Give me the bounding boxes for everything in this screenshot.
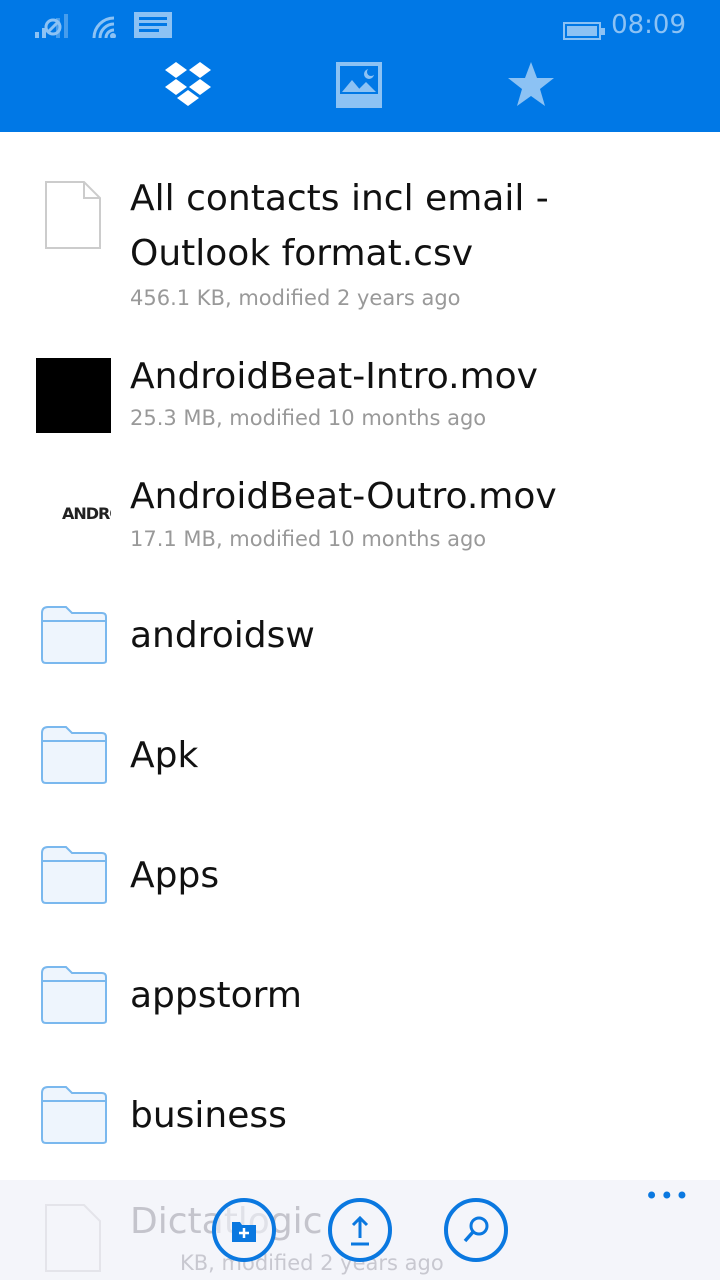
folder-name: Apk — [130, 735, 199, 776]
tab-photos[interactable] — [336, 62, 382, 108]
folder-name: appstorm — [130, 975, 302, 1016]
status-bar: 08:09 — [0, 8, 720, 42]
document-icon — [45, 181, 101, 249]
folder-icon — [41, 846, 107, 904]
file-name: AndroidBeat-Outro.mov — [130, 476, 557, 517]
folder-item[interactable]: appstorm — [0, 965, 720, 1045]
tab-favorites[interactable] — [506, 60, 556, 110]
folder-item[interactable]: Apps — [0, 845, 720, 925]
folder-item[interactable]: Apk — [0, 725, 720, 805]
upload-button[interactable] — [328, 1198, 392, 1262]
new-folder-button[interactable] — [212, 1198, 276, 1262]
new-folder-icon — [232, 1222, 256, 1242]
header: 08:09 — [0, 0, 720, 132]
folder-name: business — [130, 1095, 287, 1136]
upload-icon — [351, 1215, 369, 1246]
more-button[interactable]: ••• — [645, 1182, 690, 1210]
file-meta: 17.1 MB, modified 10 months ago — [130, 527, 487, 551]
folder-icon — [41, 726, 107, 784]
file-name: Outlook format.csv — [130, 233, 474, 274]
folder-icon — [41, 606, 107, 664]
folder-name: Apps — [130, 855, 220, 896]
file-item[interactable]: All contacts incl email - Outlook format… — [0, 170, 720, 320]
folder-name: androidsw — [130, 615, 315, 656]
file-name: AndroidBeat-Intro.mov — [130, 356, 538, 397]
video-thumbnail — [36, 358, 111, 433]
file-name: All contacts incl email - — [130, 178, 549, 219]
file-meta: 25.3 MB, modified 10 months ago — [130, 406, 487, 430]
folder-item[interactable]: androidsw — [0, 605, 720, 685]
file-item[interactable]: ANDRO AndroidBeat-Outro.mov 17.1 MB, mod… — [0, 470, 720, 570]
signal-icon — [35, 14, 68, 38]
wifi-icon — [92, 16, 116, 38]
folder-icon — [41, 966, 107, 1024]
file-item[interactable]: AndroidBeat-Intro.mov 25.3 MB, modified … — [0, 350, 720, 450]
video-thumbnail: ANDRO — [62, 504, 111, 523]
folder-icon — [41, 1086, 107, 1144]
search-icon — [463, 1216, 489, 1243]
tab-files[interactable] — [163, 60, 213, 110]
file-meta: 456.1 KB, modified 2 years ago — [130, 286, 461, 310]
folder-item[interactable]: business — [0, 1085, 720, 1165]
battery-icon — [563, 22, 605, 40]
search-button[interactable] — [444, 1198, 508, 1262]
document-icon — [45, 1204, 101, 1272]
clock: 08:09 — [611, 10, 686, 40]
message-icon — [134, 12, 172, 38]
